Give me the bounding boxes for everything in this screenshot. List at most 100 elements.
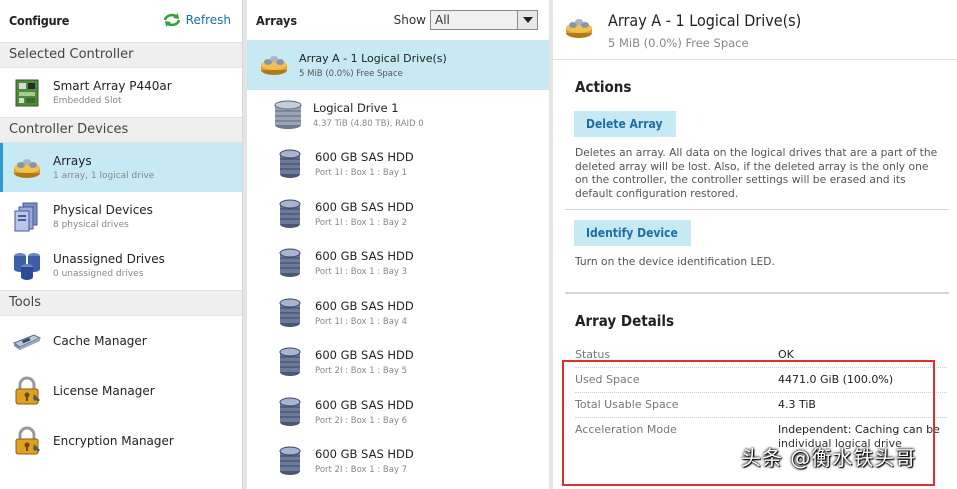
- controller-label: Smart Array P440ar: [53, 79, 172, 93]
- drive-sub: Port 1I : Box 1 : Bay 1: [315, 168, 408, 179]
- list-item-drive[interactable]: 600 GB SAS HDD Port 2I : Box 1 : Bay 6: [247, 387, 549, 437]
- nav-item-unassigned-drives[interactable]: Unassigned Drives 0 unassigned drives: [0, 241, 242, 290]
- physical-devices-sub: 8 physical drives: [53, 220, 129, 230]
- configure-title: Configure: [9, 13, 70, 28]
- list-item-logical-drive[interactable]: Logical Drive 1 4.37 TiB (4.80 TB), RAID…: [247, 90, 549, 140]
- hard-drive-icon: [275, 397, 305, 427]
- list-item-drive[interactable]: 600 GB SAS HDD Port 2I : Box 1 : Bay 5: [247, 338, 549, 388]
- actions-title: Actions: [575, 78, 632, 96]
- array-sub: 5 MiB (0.0%) Free Space: [299, 68, 403, 79]
- hard-drive-icon: [275, 199, 305, 229]
- encryption-manager-label: Encryption Manager: [53, 434, 174, 448]
- detail-value-continued: individual logical drive: [778, 436, 902, 450]
- arrays-title: Arrays: [256, 13, 298, 28]
- detail-subtitle: 5 MiB (0.0%) Free Space: [608, 36, 749, 50]
- unassigned-drives-icon: [12, 251, 42, 281]
- controller-item[interactable]: Smart Array P440ar Embedded Slot: [0, 68, 242, 117]
- drive-label: 600 GB SAS HDD: [315, 447, 414, 462]
- show-select[interactable]: All: [430, 10, 538, 30]
- list-item-drive[interactable]: 600 GB SAS HDD Port 1I : Box 1 : Bay 1: [247, 140, 549, 190]
- detail-value: OK: [778, 348, 794, 362]
- drive-sub: Port 2I : Box 1 : Bay 5: [315, 366, 408, 377]
- logical-drive-icon: [273, 100, 303, 130]
- hard-drive-icon: [275, 149, 305, 179]
- drive-label: 600 GB SAS HDD: [315, 199, 414, 214]
- array-details-title: Array Details: [575, 311, 675, 330]
- unassigned-drives-label: Unassigned Drives: [53, 252, 165, 266]
- drive-sub: Port 2I : Box 1 : Bay 7: [315, 465, 408, 476]
- configure-panel: Configure Refresh Selected Controller Sm…: [0, 0, 243, 489]
- detail-value: Independent: Caching can be: [778, 422, 940, 436]
- refresh-button[interactable]: Refresh: [163, 12, 231, 28]
- logical-drive-sub: 4.37 TiB (4.80 TB), RAID 0: [313, 118, 424, 129]
- detail-title: Array A - 1 Logical Drive(s): [608, 11, 802, 30]
- detail-label: Acceleration Mode: [575, 422, 677, 436]
- drive-sub: Port 1I : Box 1 : Bay 2: [315, 217, 408, 228]
- identify-device-description: Turn on the device identification LED.: [575, 255, 775, 269]
- list-item-array-a[interactable]: Array A - 1 Logical Drive(s) 5 MiB (0.0%…: [247, 40, 549, 90]
- arrays-panel: Arrays Show All Array A - 1 Logical Driv…: [247, 0, 549, 489]
- list-item-drive[interactable]: 600 GB SAS HDD Port 1I : Box 1 : Bay 3: [247, 239, 549, 289]
- array-icon: [564, 17, 594, 43]
- list-item-drive[interactable]: 600 GB SAS HDD Port 1I : Box 1 : Bay 2: [247, 189, 549, 239]
- detail-value: 4471.0 GiB (100.0%): [778, 373, 894, 387]
- show-label: Show: [393, 13, 426, 27]
- drive-label: 600 GB SAS HDD: [315, 298, 414, 313]
- detail-label: Status: [575, 348, 611, 362]
- drive-label: 600 GB SAS HDD: [315, 249, 414, 264]
- identify-device-button[interactable]: Identify Device: [574, 220, 691, 247]
- physical-devices-icon: [12, 202, 42, 232]
- hard-drive-icon: [275, 248, 305, 278]
- refresh-label: Refresh: [185, 13, 231, 27]
- hard-drive-icon: [275, 446, 305, 476]
- drive-label: 600 GB SAS HDD: [315, 397, 414, 412]
- list-item-drive[interactable]: 600 GB SAS HDD Port 2I : Box 1 : Bay 7: [247, 437, 549, 487]
- detail-value: 4.3 TiB: [778, 398, 816, 412]
- unassigned-drives-sub: 0 unassigned drives: [53, 269, 144, 279]
- chevron-down-icon: [522, 16, 533, 23]
- encryption-lock-icon: [12, 426, 42, 456]
- nav-item-physical-devices[interactable]: Physical Devices 8 physical drives: [0, 192, 242, 241]
- tool-cache-manager[interactable]: Cache Manager: [0, 316, 242, 366]
- detail-label: Used Space: [575, 373, 640, 387]
- delete-array-button[interactable]: Delete Array: [574, 111, 676, 137]
- hard-drive-icon: [275, 298, 305, 328]
- license-manager-label: License Manager: [53, 384, 155, 398]
- delete-array-description: Deletes an array. All data on the logica…: [575, 146, 938, 200]
- tool-license-manager[interactable]: License Manager: [0, 366, 242, 416]
- array-icon: [12, 153, 42, 183]
- controller-sub: Embedded Slot: [53, 96, 122, 106]
- nav-item-arrays[interactable]: Arrays 1 array, 1 logical drive: [0, 143, 242, 192]
- drive-sub: Port 1I : Box 1 : Bay 3: [315, 267, 408, 278]
- list-item-drive[interactable]: 600 GB SAS HDD Port 1I : Box 1 : Bay 4: [247, 288, 549, 338]
- tool-encryption-manager[interactable]: Encryption Manager: [0, 416, 242, 466]
- arrays-sub: 1 array, 1 logical drive: [53, 171, 155, 181]
- section-selected-controller: Selected Controller: [0, 42, 242, 68]
- detail-row-acceleration-mode: Acceleration Mode Independent: Caching c…: [575, 418, 947, 450]
- drive-label: 600 GB SAS HDD: [315, 150, 414, 165]
- detail-panel: Array A - 1 Logical Drive(s) 5 MiB (0.0%…: [553, 0, 957, 489]
- section-tools: Tools: [0, 290, 242, 316]
- detail-row-status: Status OK: [575, 343, 947, 368]
- detail-label: Total Usable Space: [575, 398, 679, 412]
- padlock-icon: [12, 376, 42, 406]
- hard-drive-icon: [275, 347, 305, 377]
- controller-card-icon: [12, 78, 42, 108]
- drive-list: 600 GB SAS HDD Port 1I : Box 1 : Bay 1 6…: [247, 140, 549, 487]
- detail-header: Array A - 1 Logical Drive(s) 5 MiB (0.0%…: [553, 0, 957, 60]
- logical-drive-label: Logical Drive 1: [313, 100, 399, 115]
- cache-manager-label: Cache Manager: [53, 334, 147, 348]
- show-filter: Show All: [394, 10, 538, 30]
- drive-sub: Port 2I : Box 1 : Bay 6: [315, 415, 408, 426]
- section-controller-devices: Controller Devices: [0, 117, 242, 143]
- arrays-label: Arrays: [53, 154, 92, 168]
- cache-module-icon: [12, 326, 42, 356]
- show-select-value: All: [435, 13, 450, 27]
- arrays-header: Arrays Show All: [247, 0, 549, 40]
- physical-devices-label: Physical Devices: [53, 203, 153, 217]
- drive-label: 600 GB SAS HDD: [315, 348, 414, 363]
- array-label: Array A - 1 Logical Drive(s): [299, 51, 447, 65]
- detail-row-total-usable-space: Total Usable Space 4.3 TiB: [575, 393, 947, 418]
- configure-header: Configure Refresh: [0, 0, 242, 42]
- dropdown-button[interactable]: [517, 11, 537, 29]
